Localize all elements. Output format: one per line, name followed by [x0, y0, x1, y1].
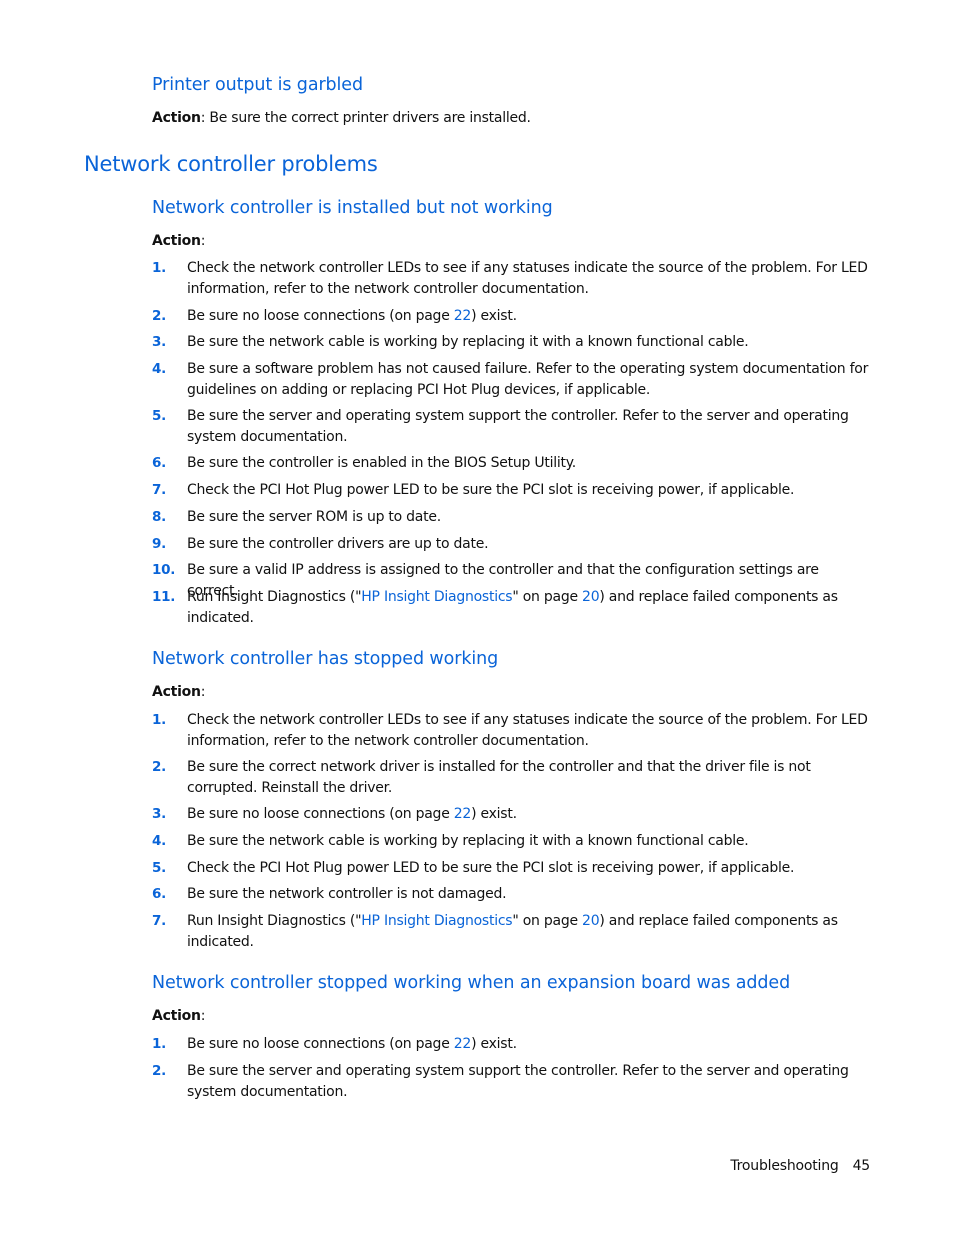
sub2-heading: Network controller has stopped working [152, 649, 499, 669]
section-heading: Network controller problems [84, 152, 378, 176]
list-number: 2. [152, 759, 167, 775]
list-text: Be sure the server and operating system … [187, 408, 849, 445]
list-number: 1. [152, 712, 167, 728]
list-text: Be sure the controller drivers are up to… [187, 536, 489, 552]
list-text: Be sure the server and operating system … [187, 1063, 849, 1100]
action-label: Action [152, 233, 201, 249]
action-label: Action [152, 684, 201, 700]
sub1-heading: Network controller is installed but not … [152, 198, 553, 218]
sub1-action: Action: [152, 233, 205, 249]
list-text: Run Insight Diagnostics ("HP Insight Dia… [187, 911, 872, 953]
list-text: Be sure no loose connections (on page 22… [187, 804, 872, 825]
document-page: Printer output is garbled Action: Be sur… [0, 0, 954, 1235]
action-label: Action [152, 1008, 201, 1024]
sub3-action: Action: [152, 1008, 205, 1024]
page-link[interactable]: 22 [454, 806, 472, 822]
list-text: Be sure the network cable is working by … [187, 833, 749, 849]
list-number: 4. [152, 361, 167, 377]
list-text: Check the PCI Hot Plug power LED to be s… [187, 860, 795, 876]
printer-heading: Printer output is garbled [152, 75, 363, 95]
cross-reference-link[interactable]: HP Insight Diagnostics [361, 913, 512, 929]
list-number: 7. [152, 482, 167, 498]
action-colon: : [200, 1008, 206, 1024]
action-label: Action [152, 110, 201, 126]
list-text: Be sure the correct network driver is in… [187, 759, 811, 796]
list-number: 1. [152, 1036, 167, 1052]
list-number: 3. [152, 806, 167, 822]
page-link[interactable]: 22 [454, 1036, 472, 1052]
list-text: Be sure the controller is enabled in the… [187, 455, 576, 471]
text-run: Be sure no loose connections (on page [187, 1036, 454, 1052]
list-number: 5. [152, 860, 167, 876]
list-text: Run Insight Diagnostics ("HP Insight Dia… [187, 587, 872, 629]
sub3-heading: Network controller stopped working when … [152, 973, 791, 993]
cross-reference-link[interactable]: HP Insight Diagnostics [361, 589, 512, 605]
printer-action: Action: Be sure the correct printer driv… [152, 110, 531, 126]
text-run: " on page [512, 913, 583, 929]
list-number: 10. [152, 562, 176, 578]
list-text: Be sure no loose connections (on page 22… [187, 1034, 872, 1055]
footer-section: Troubleshooting [730, 1158, 839, 1174]
text-run: ) exist. [471, 1036, 517, 1052]
list-number: 6. [152, 455, 167, 471]
text-run: ) exist. [471, 308, 517, 324]
page-link[interactable]: 20 [582, 913, 600, 929]
text-run: " on page [512, 589, 583, 605]
page-number: 45 [852, 1158, 871, 1174]
list-number: 7. [152, 913, 167, 929]
list-text: Check the network controller LEDs to see… [187, 260, 868, 297]
text-run: Run Insight Diagnostics (" [187, 913, 362, 929]
page-link[interactable]: 20 [582, 589, 600, 605]
text-run: ) exist. [471, 806, 517, 822]
list-number: 2. [152, 1063, 167, 1079]
text-run: Be sure no loose connections (on page [187, 806, 454, 822]
list-text: Be sure the server ROM is up to date. [187, 509, 441, 525]
list-number: 2. [152, 308, 167, 324]
list-number: 4. [152, 833, 167, 849]
action-colon: : [200, 233, 206, 249]
list-number: 9. [152, 536, 167, 552]
action-colon: : [200, 684, 206, 700]
page-footer: Troubleshooting 45 [730, 1158, 870, 1174]
list-number: 11. [152, 589, 176, 605]
list-number: 3. [152, 334, 167, 350]
list-text: Be sure no loose connections (on page 22… [187, 306, 872, 327]
list-number: 5. [152, 408, 167, 424]
list-number: 6. [152, 886, 167, 902]
list-number: 1. [152, 260, 167, 276]
page-link[interactable]: 22 [454, 308, 472, 324]
list-number: 8. [152, 509, 167, 525]
list-text: Check the PCI Hot Plug power LED to be s… [187, 482, 795, 498]
text-run: Run Insight Diagnostics (" [187, 589, 362, 605]
list-text: Be sure the network controller is not da… [187, 886, 507, 902]
sub2-action: Action: [152, 684, 205, 700]
list-text: Be sure the network cable is working by … [187, 334, 749, 350]
action-text: : Be sure the correct printer drivers ar… [200, 110, 531, 126]
text-run: Be sure no loose connections (on page [187, 308, 454, 324]
list-text: Be sure a software problem has not cause… [187, 361, 869, 398]
list-text: Check the network controller LEDs to see… [187, 712, 868, 749]
